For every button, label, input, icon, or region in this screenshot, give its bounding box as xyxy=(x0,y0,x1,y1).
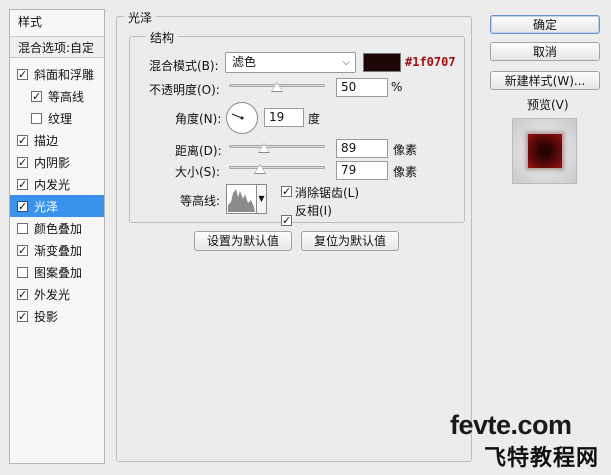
style-item-checkbox[interactable] xyxy=(17,244,28,256)
style-item-label: 外发光 xyxy=(34,287,71,302)
distance-slider-thumb[interactable] xyxy=(257,143,270,153)
style-item[interactable]: 颜色叠加 xyxy=(10,217,104,239)
watermark-line2: 飞特教程网 xyxy=(484,446,600,471)
style-item-checkbox[interactable] xyxy=(17,68,28,80)
contour-preview[interactable] xyxy=(226,184,257,214)
style-item[interactable]: 纹理 xyxy=(10,107,104,129)
style-item-label: 斜面和浮雕 xyxy=(34,67,95,82)
size-input[interactable]: 79 xyxy=(336,161,388,180)
angle-dial[interactable] xyxy=(226,102,258,134)
style-item[interactable]: 斜面和浮雕 xyxy=(10,63,104,85)
style-item-label: 纹理 xyxy=(48,111,73,126)
style-item-label: 渐变叠加 xyxy=(34,243,83,258)
style-item[interactable]: 等高线 xyxy=(10,85,104,107)
style-item[interactable]: 投影 xyxy=(10,305,104,327)
make-default-button[interactable]: 设置为默认值 xyxy=(194,231,292,251)
angle-indicator-icon xyxy=(231,113,244,120)
size-unit: 像素 xyxy=(393,165,418,179)
style-item-label: 投影 xyxy=(34,309,59,324)
style-item[interactable]: 图案叠加 xyxy=(10,261,104,283)
style-item-checkbox[interactable] xyxy=(17,200,28,212)
contour-dropdown-button[interactable]: ▼ xyxy=(257,184,267,214)
style-item[interactable]: 描边 xyxy=(10,129,104,151)
distance-unit: 像素 xyxy=(393,143,418,157)
satin-group-title: 光泽 xyxy=(124,9,157,26)
chevron-down-icon: ▼ xyxy=(258,194,265,203)
opacity-unit: % xyxy=(391,80,403,94)
blend-options-item[interactable]: 混合选项:自定 xyxy=(10,36,104,58)
opacity-slider-thumb[interactable] xyxy=(271,82,283,92)
style-item-checkbox[interactable] xyxy=(31,90,42,102)
preview-swatch xyxy=(528,134,562,168)
style-item-label: 图案叠加 xyxy=(34,265,83,280)
preview-label: 预览(V) xyxy=(527,98,569,112)
style-item-label: 内阴影 xyxy=(34,155,71,170)
style-item-label: 内发光 xyxy=(34,177,71,192)
size-slider-thumb[interactable] xyxy=(253,164,266,174)
color-hex-label: #1f0707 xyxy=(405,55,456,69)
style-item-checkbox[interactable] xyxy=(17,156,28,168)
invert-checkbox[interactable] xyxy=(281,215,292,226)
opacity-input[interactable]: 50 xyxy=(336,78,388,97)
structure-group-title: 结构 xyxy=(146,29,179,46)
style-item[interactable]: 内发光 xyxy=(10,173,104,195)
styles-panel: 样式 混合选项:自定 斜面和浮雕等高线纹理描边内阴影内发光光泽颜色叠加渐变叠加图… xyxy=(9,9,105,464)
chevron-down-icon: ⌵ xyxy=(342,57,350,68)
satin-color-swatch[interactable] xyxy=(363,53,401,72)
style-item-label: 等高线 xyxy=(48,89,85,104)
style-item-checkbox[interactable] xyxy=(17,310,28,322)
blend-mode-select[interactable]: 滤色 ⌵ xyxy=(225,52,356,73)
blend-mode-value: 滤色 xyxy=(232,55,257,69)
antialias-checkbox[interactable] xyxy=(281,186,292,197)
style-item[interactable]: 内阴影 xyxy=(10,151,104,173)
style-item-checkbox[interactable] xyxy=(17,134,28,146)
style-item-checkbox[interactable] xyxy=(31,112,42,124)
ok-button[interactable]: 确定 xyxy=(490,15,600,34)
opacity-label: 不透明度(O): xyxy=(149,83,220,97)
watermark-line1: fevte.com xyxy=(450,410,572,440)
antialias-label: 消除锯齿(L) xyxy=(295,186,360,200)
angle-input[interactable]: 19 xyxy=(264,108,304,127)
cancel-button[interactable]: 取消 xyxy=(490,42,600,61)
style-item[interactable]: 外发光 xyxy=(10,283,104,305)
style-item-label: 描边 xyxy=(34,133,59,148)
distance-label: 距离(D): xyxy=(175,144,222,158)
reset-default-button[interactable]: 复位为默认值 xyxy=(301,231,399,251)
style-item[interactable]: 光泽 xyxy=(10,195,104,217)
blend-mode-label: 混合模式(B): xyxy=(149,59,219,73)
style-item-checkbox[interactable] xyxy=(17,266,28,278)
angle-label: 角度(N): xyxy=(175,112,222,126)
style-item-checkbox[interactable] xyxy=(17,288,28,300)
distance-input[interactable]: 89 xyxy=(336,139,388,158)
contour-label: 等高线: xyxy=(180,194,221,208)
styles-header[interactable]: 样式 xyxy=(10,10,104,32)
style-preview-thumbnail xyxy=(512,118,577,184)
style-item-checkbox[interactable] xyxy=(17,178,28,190)
style-item-label: 颜色叠加 xyxy=(34,221,83,236)
invert-label: 反相(I) xyxy=(295,204,332,218)
size-slider-track[interactable] xyxy=(229,166,325,169)
style-item-label: 光泽 xyxy=(34,199,59,214)
distance-slider-track[interactable] xyxy=(229,145,325,148)
new-style-button[interactable]: 新建样式(W)... xyxy=(490,71,600,90)
style-item[interactable]: 渐变叠加 xyxy=(10,239,104,261)
contour-curve-icon xyxy=(228,189,255,212)
angle-unit: 度 xyxy=(308,112,321,126)
style-item-checkbox[interactable] xyxy=(17,222,28,234)
size-label: 大小(S): xyxy=(175,165,221,179)
